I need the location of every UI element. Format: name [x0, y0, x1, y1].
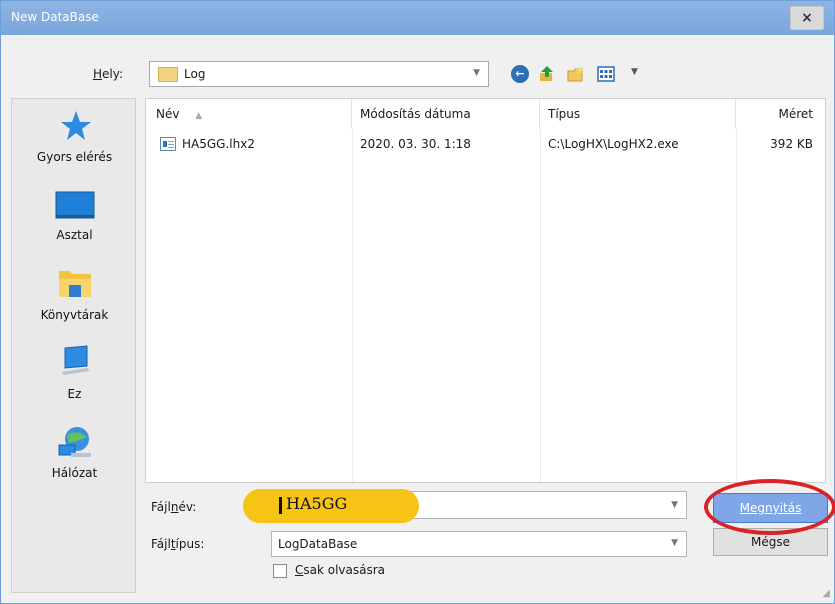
place-quick-access[interactable]: Gyors elérés: [12, 109, 137, 164]
dialog-title: New DataBase: [11, 10, 99, 24]
chevron-down-icon[interactable]: ▼: [671, 500, 678, 510]
place-label: Könyvtárak: [40, 308, 109, 322]
place-network[interactable]: Hálózat: [12, 425, 137, 480]
column-header-label: Módosítás dátuma: [360, 107, 471, 121]
place-libraries[interactable]: Könyvtárak: [12, 265, 137, 322]
up-folder-icon[interactable]: [538, 65, 556, 83]
location-label: Hely:: [93, 67, 123, 81]
sort-ascending-icon: ▲: [195, 111, 203, 121]
back-icon[interactable]: ←: [511, 65, 529, 83]
places-bar: Gyors elérés Asztal Könyvtárak Ez Hálóza…: [11, 98, 136, 593]
resize-grip-icon[interactable]: ◢: [822, 588, 830, 599]
file-name: HA5GG.lhx2: [182, 137, 255, 151]
column-divider: [736, 129, 737, 482]
file-size: 392 KB: [770, 137, 813, 151]
title-bar[interactable]: New DataBase ×: [1, 1, 834, 35]
filename-value: HA5GG: [286, 494, 348, 513]
column-header-size[interactable]: Méret: [736, 99, 825, 129]
filetype-label-pre: Fájl: [151, 537, 171, 551]
place-label: Gyors elérés: [36, 150, 113, 164]
column-header-name[interactable]: Név ▲: [146, 99, 352, 129]
filetype-value: LogDataBase: [278, 537, 358, 551]
star-icon: [60, 111, 91, 140]
readonly-label-rest: sak olvasásra: [303, 563, 386, 577]
column-divider: [540, 129, 541, 482]
file-type: C:\LogHX\LogHX2.exe: [548, 137, 679, 151]
place-this-pc[interactable]: Ez: [12, 344, 137, 401]
readonly-checkbox[interactable]: [273, 564, 287, 578]
column-header-type[interactable]: Típus: [540, 99, 736, 129]
filetype-label-post: ípus:: [175, 537, 205, 551]
open-database-dialog: New DataBase × Hely: Log ▼ ← ▼ Gyors elé…: [0, 0, 835, 604]
file-modified: 2020. 03. 30. 1:18: [360, 137, 471, 151]
column-header-label: Típus: [548, 107, 581, 121]
place-label: Ez: [67, 387, 82, 401]
new-folder-icon[interactable]: [567, 65, 585, 83]
filename-label-post: év:: [178, 500, 197, 514]
chevron-down-icon[interactable]: ▼: [671, 538, 678, 548]
filetype-label: Fájltípus:: [151, 537, 204, 551]
views-menu-icon[interactable]: [597, 65, 615, 83]
column-header-modified[interactable]: Módosítás dátuma: [352, 99, 540, 129]
close-button[interactable]: ×: [790, 6, 824, 30]
file-list[interactable]: Név ▲ Módosítás dátuma Típus Méret HA5GG…: [145, 98, 826, 483]
libraries-icon: [58, 271, 91, 297]
column-header-label: Méret: [778, 107, 814, 121]
desktop-icon: [55, 191, 94, 219]
location-value: Log: [184, 67, 206, 81]
location-label-rest: ely:: [102, 67, 124, 81]
network-icon: [58, 427, 91, 457]
filename-label: Fájlnév:: [151, 500, 196, 514]
column-divider: [352, 129, 353, 482]
readonly-label[interactable]: Csak olvasásra: [295, 563, 385, 577]
folder-icon: [158, 67, 178, 82]
place-label: Hálózat: [51, 466, 98, 480]
chevron-down-icon[interactable]: ▼: [473, 68, 480, 78]
annotation-oval: [704, 479, 835, 535]
place-label: Asztal: [56, 228, 93, 242]
place-desktop[interactable]: Asztal: [12, 191, 137, 242]
column-header-label: Név: [156, 107, 180, 121]
computer-icon: [60, 345, 90, 375]
filetype-dropdown[interactable]: LogDataBase ▼: [271, 531, 687, 557]
views-chevron-down-icon[interactable]: ▼: [631, 67, 638, 77]
location-label-accelerator: H: [93, 67, 103, 81]
file-icon: [160, 137, 176, 151]
text-cursor: [279, 497, 282, 514]
filename-label-pre: Fájl: [151, 500, 171, 514]
location-dropdown[interactable]: Log ▼: [149, 61, 489, 87]
